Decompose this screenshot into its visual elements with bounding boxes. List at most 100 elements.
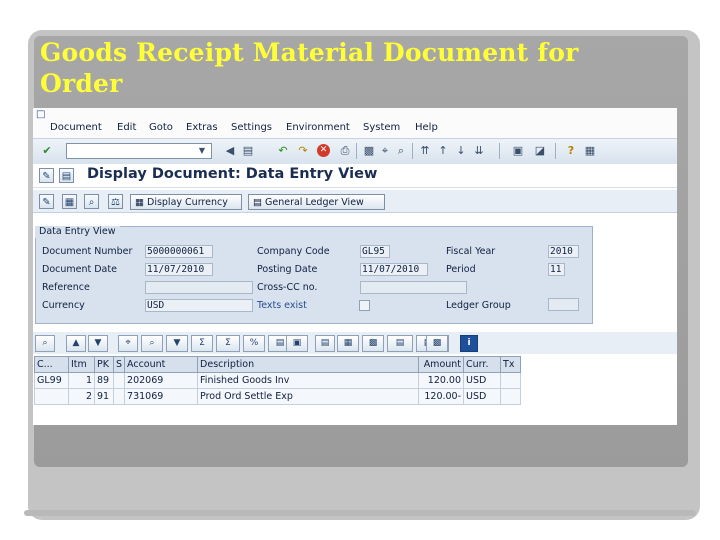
menu-environment[interactable]: Environment [286,122,350,133]
enter-check-icon[interactable]: ✔ [40,143,54,158]
cell-company-code: GL99 [34,372,69,389]
save-icon[interactable]: ▤ [241,143,255,158]
general-ledger-view-label: General Ledger View [265,197,364,208]
print-list-icon[interactable]: ▣ [286,335,308,352]
currency-icon: ▦ [135,197,147,208]
reference-field[interactable] [145,281,253,294]
menu-help[interactable]: Help [415,122,438,133]
cancel-icon[interactable]: ✕ [317,144,330,157]
menu-extras[interactable]: Extras [186,122,218,133]
cross-cc-field[interactable] [360,281,467,294]
info-icon[interactable]: i [460,335,478,352]
command-field[interactable] [66,143,212,159]
reference-label: Reference [42,282,90,293]
cell-posting-key: 89 [94,372,114,389]
new-session-icon[interactable]: ▣ [511,143,525,158]
cell-company-code [34,388,69,405]
cell-tax [500,372,522,389]
ledger-group-label: Ledger Group [446,300,511,311]
back-icon[interactable]: ↶ [276,143,290,158]
command-history-icon[interactable]: ▼ [195,143,209,158]
column-header-amount[interactable]: Amount [418,356,465,373]
texts-exist-checkbox[interactable] [359,300,370,311]
cell-account[interactable]: 731069 [124,388,199,405]
column-header-company-code[interactable]: C... [34,356,69,373]
sort-descending-icon[interactable]: ▼ [88,335,108,352]
word-processing-icon[interactable]: ▤ [315,335,335,352]
company-code-label: Company Code [257,246,330,257]
document-number-label: Document Number [42,246,133,257]
table-row[interactable]: GL99 1 89 202069 Finished Goods Inv 120.… [34,372,522,389]
find-next-icon[interactable]: ⌕ [141,335,163,352]
edit-icon[interactable]: ✎ [39,194,54,209]
first-page-icon[interactable]: ⇈ [418,143,432,158]
last-page-icon[interactable]: ⇊ [472,143,486,158]
details-icon[interactable]: ⌕ [35,335,55,352]
document-number-field[interactable]: 5000000061 [145,245,213,258]
document-date-field[interactable]: 11/07/2010 [145,263,213,276]
hierarchy-icon[interactable]: ▦ [62,194,77,209]
fiscal-year-field[interactable]: 2010 [548,245,579,258]
cell-item: 1 [68,372,95,389]
general-ledger-view-button[interactable]: ▤ General Ledger View [248,194,385,210]
help-icon[interactable]: ? [564,143,578,158]
window-menu-icon[interactable]: □ [36,110,48,120]
currency-convert-icon[interactable]: % [243,335,265,352]
find-next-icon[interactable]: ⌕ [394,143,408,158]
column-header-special-gl[interactable]: S [112,356,126,373]
cell-account[interactable]: 202069 [124,372,199,389]
column-header-currency[interactable]: Curr. [463,356,502,373]
display-change-icon[interactable]: ✎ [39,168,54,183]
menu-edit[interactable]: Edit [117,122,136,133]
posting-date-field[interactable]: 11/07/2010 [360,263,428,276]
toolbar-separator [356,143,357,159]
column-header-tax[interactable]: Tx [500,356,522,373]
cell-posting-key: 91 [94,388,114,405]
menu-goto[interactable]: Goto [149,122,173,133]
total-icon[interactable]: Σ [191,335,213,352]
layout-menu-icon[interactable]: ▦ [583,143,597,158]
previous-page-icon[interactable]: ↑ [436,143,450,158]
menu-system[interactable]: System [363,122,400,133]
document-icon[interactable]: ▤ [59,168,74,183]
subtotal-icon[interactable]: Σ [216,335,240,352]
menu-settings[interactable]: Settings [231,122,272,133]
find-icon[interactable]: ⌖ [118,335,138,352]
company-code-field[interactable]: GL95 [360,245,390,258]
cell-description: Prod Ord Settle Exp [197,388,420,405]
print-icon-2[interactable]: ▩ [362,143,376,158]
slide-title: Goods Receipt Material Document for Orde… [40,38,579,98]
display-currency-button[interactable]: ▦ Display Currency [130,194,242,210]
next-page-icon[interactable]: ↓ [454,143,468,158]
graphic-icon[interactable]: ▩ [426,335,448,352]
cell-item: 2 [68,388,95,405]
column-header-description[interactable]: Description [197,356,420,373]
toolbar-separator [412,143,413,159]
local-file-icon[interactable]: ▩ [362,335,384,352]
ledger-group-field[interactable] [548,298,579,311]
zoom-icon[interactable]: ⌕ [84,194,99,209]
find-icon[interactable]: ⌖ [378,143,392,158]
cell-description: Finished Goods Inv [197,372,420,389]
print-icon[interactable]: ⎙ [338,143,352,158]
shortcut-icon[interactable]: ◪ [533,143,547,158]
period-field[interactable]: 11 [548,263,565,276]
layout-select-icon[interactable]: ▤ [387,335,413,352]
taxes-icon[interactable]: ⚖ [108,194,123,209]
filter-icon[interactable]: ▼ [166,335,188,352]
table-row[interactable]: 2 91 731069 Prod Ord Settle Exp 120.00- … [34,388,522,405]
currency-field[interactable]: USD [145,299,253,312]
back-arrow-icon[interactable]: ◀ [223,143,237,158]
column-header-account[interactable]: Account [124,356,199,373]
column-header-item[interactable]: Itm [68,356,95,373]
column-header-posting-key[interactable]: PK [94,356,114,373]
display-currency-label: Display Currency [147,197,228,208]
menu-document[interactable]: Document [50,122,102,133]
cross-cc-label: Cross-CC no. [257,282,318,293]
slide-footer-line [24,510,696,516]
cell-special-gl [112,388,126,405]
sort-ascending-icon[interactable]: ▲ [66,335,86,352]
currency-label: Currency [42,300,85,311]
export-icon[interactable]: ▦ [337,335,359,352]
exit-icon[interactable]: ↷ [296,143,310,158]
